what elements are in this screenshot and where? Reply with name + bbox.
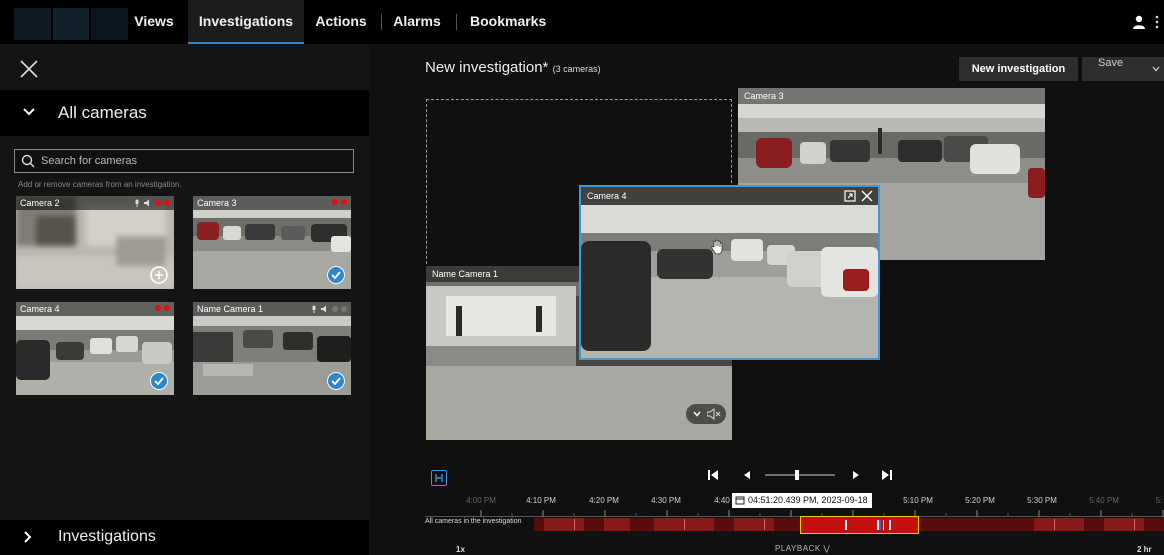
audio-controls[interactable]: [686, 404, 726, 424]
recording-indicator: [332, 199, 338, 205]
camera-sidebar: All cameras Add or remove cameras from a…: [0, 44, 369, 555]
all-cameras-label: All cameras: [58, 103, 147, 122]
nav-divider: [381, 14, 382, 30]
close-view-icon[interactable]: [861, 190, 873, 202]
time-tick: 4:40: [714, 496, 730, 505]
double-chevron-down-icon: ⋁: [823, 544, 831, 553]
nav-alarms[interactable]: Alarms: [392, 0, 442, 44]
search-input[interactable]: [41, 150, 341, 172]
time-tick: 5:: [1155, 496, 1163, 505]
chevron-down-icon[interactable]: [693, 410, 701, 418]
playback-mode[interactable]: PLAYBACK ⋁: [775, 544, 830, 553]
user-icon[interactable]: [1132, 15, 1146, 29]
calendar-icon: [735, 496, 745, 505]
motion-indicator: [341, 199, 347, 205]
nav-investigations[interactable]: Investigations: [188, 0, 304, 44]
skip-end-icon[interactable]: [880, 468, 894, 482]
chevron-right-icon: [24, 531, 32, 543]
camera-video: [581, 187, 878, 358]
brand-logo: [14, 8, 129, 40]
step-forward-icon[interactable]: [849, 468, 863, 482]
nav-views[interactable]: Views: [128, 0, 180, 44]
nav-bookmarks[interactable]: Bookmarks: [470, 0, 546, 44]
tile-title: Camera 3: [193, 196, 351, 210]
timeline-ruler[interactable]: [425, 509, 1164, 517]
camera-view-title: Camera 3: [738, 88, 1045, 104]
check-icon[interactable]: [150, 372, 168, 390]
time-tick: 4:10 PM: [526, 496, 556, 505]
camera-count: (3 cameras): [552, 64, 601, 74]
search-icon: [21, 154, 35, 168]
drag-hand-cursor-icon: [711, 239, 723, 255]
microphone-icon: [312, 305, 316, 313]
investigations-label: Investigations: [58, 528, 156, 545]
time-tick: 5:20 PM: [965, 496, 995, 505]
playback-speed[interactable]: 1x: [456, 545, 465, 554]
chevron-down-icon: [1152, 66, 1160, 72]
speaker-icon: [321, 305, 326, 313]
maximize-icon[interactable]: [844, 190, 856, 202]
new-investigation-button[interactable]: New investigation: [959, 57, 1078, 81]
camera-tile[interactable]: Name Camera 1: [193, 302, 351, 395]
camera-view-selected[interactable]: Camera 4: [579, 185, 880, 360]
camera-search[interactable]: [14, 149, 354, 173]
strip-label: All cameras in the investigation: [425, 518, 522, 525]
selection-marks: [845, 520, 891, 530]
time-tick: 5:40 PM: [1089, 496, 1119, 505]
time-tick: 5:30 PM: [1027, 496, 1057, 505]
timeline-sync-toggle[interactable]: [431, 470, 447, 486]
check-icon[interactable]: [327, 372, 345, 390]
time-tick: 4:20 PM: [589, 496, 619, 505]
more-menu-icon[interactable]: [1155, 14, 1159, 30]
time-tick: 4:00 PM: [466, 496, 496, 505]
chevron-down-icon: [23, 108, 35, 116]
speaker-muted-icon[interactable]: [707, 408, 721, 420]
save-dropdown[interactable]: Save: [1082, 57, 1164, 81]
speaker-icon: [144, 199, 149, 207]
recording-indicator: [155, 200, 161, 206]
skip-start-icon[interactable]: [706, 468, 720, 482]
speed-slider[interactable]: [765, 470, 835, 480]
close-icon[interactable]: [18, 58, 40, 80]
motion-indicator: [341, 306, 347, 312]
sync-icon: [435, 474, 443, 482]
camera-tile[interactable]: Camera 2: [16, 196, 174, 289]
playhead-timestamp: 04:51:20.439 PM, 2023-09-18: [732, 493, 872, 508]
tile-title: Camera 4: [16, 302, 174, 316]
camera-tile[interactable]: Camera 4: [16, 302, 174, 395]
sidebar-hint: Add or remove cameras from an investigat…: [18, 180, 182, 189]
time-tick: 4:30 PM: [651, 496, 681, 505]
top-bar: Views Investigations Actions Alarms Book…: [0, 0, 1164, 44]
timestamp-text: 04:51:20.439 PM, 2023-09-18: [748, 495, 868, 505]
nav-divider: [456, 14, 457, 30]
camera-view-title: Camera 4: [581, 187, 878, 205]
investigations-header[interactable]: Investigations: [0, 520, 369, 555]
time-tick: 5:10 PM: [903, 496, 933, 505]
save-label: Save: [1098, 57, 1124, 69]
timeline-panel: 4:00 PM 4:10 PM 4:20 PM 4:30 PM 4:40 5:1…: [420, 460, 1164, 555]
selected-time-range[interactable]: [800, 516, 919, 534]
recording-indicator: [155, 305, 161, 311]
check-icon[interactable]: [327, 266, 345, 284]
motion-indicator: [164, 200, 170, 206]
timeline-span[interactable]: 2 hr: [1137, 545, 1152, 554]
all-cameras-header[interactable]: All cameras: [0, 90, 369, 136]
page-title: New investigation* (3 cameras): [425, 59, 601, 76]
nav-actions[interactable]: Actions: [314, 0, 368, 44]
step-back-icon[interactable]: [740, 468, 754, 482]
add-icon[interactable]: [150, 266, 168, 284]
camera-tile[interactable]: Camera 3: [193, 196, 351, 289]
microphone-icon: [135, 199, 139, 207]
motion-indicator: [164, 305, 170, 311]
recording-indicator: [332, 306, 338, 312]
